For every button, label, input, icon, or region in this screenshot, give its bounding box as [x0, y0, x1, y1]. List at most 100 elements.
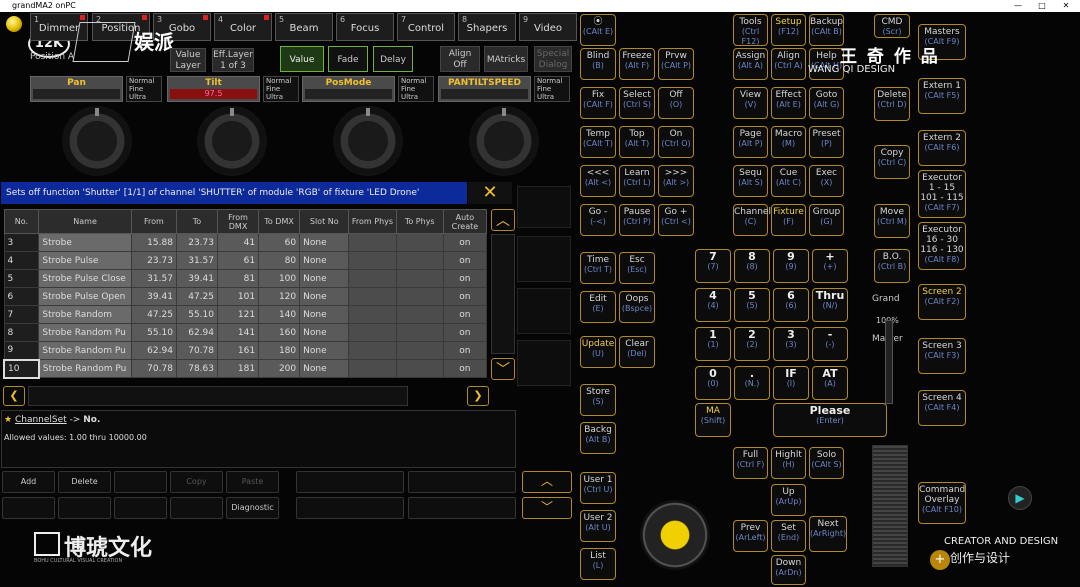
table-cell[interactable]: None: [299, 359, 350, 378]
table-cell[interactable]: on: [442, 269, 488, 288]
maximize-icon[interactable]: □: [1034, 0, 1050, 12]
table-cell[interactable]: None: [299, 323, 350, 342]
trackball[interactable]: [640, 500, 710, 570]
table-cell[interactable]: 4: [3, 251, 40, 270]
resolution-selector[interactable]: Normal Fine Ultra: [534, 76, 570, 102]
empty-button[interactable]: [170, 497, 223, 519]
attribute-pantiltspeed[interactable]: PANTILTSPEED: [438, 76, 531, 102]
column-header[interactable]: To Phys: [395, 209, 444, 234]
key-4[interactable]: 4 (4): [695, 288, 731, 322]
page-up-icon[interactable]: ︿: [522, 471, 572, 493]
table-cell[interactable]: 121: [216, 305, 260, 324]
table-cell[interactable]: [395, 341, 444, 360]
encoder-pan[interactable]: [62, 106, 132, 176]
key-on[interactable]: On (Ctrl O): [658, 126, 694, 158]
table-cell[interactable]: 140: [258, 305, 301, 324]
table-cell[interactable]: [348, 269, 397, 288]
table-cell[interactable]: 39.41: [175, 269, 219, 288]
feature-tab-control[interactable]: 7 Control: [397, 13, 455, 41]
key-down[interactable]: Down (ArDn): [771, 555, 806, 585]
table-cell[interactable]: 9: [3, 341, 40, 360]
empty-button[interactable]: [114, 471, 167, 493]
key-exec[interactable]: Exec (X): [809, 165, 844, 197]
table-cell[interactable]: 80: [258, 251, 301, 270]
key-sym[interactable]: ⦿ (CAlt E): [580, 14, 616, 46]
column-header[interactable]: From Phys: [348, 209, 397, 234]
table-cell[interactable]: [348, 251, 397, 270]
feature-tab-focus[interactable]: 6 Focus: [336, 13, 394, 41]
table-cell[interactable]: [348, 323, 397, 342]
key-off[interactable]: Off (O): [658, 87, 694, 119]
table-cell[interactable]: on: [442, 359, 488, 378]
table-cell[interactable]: 62.94: [175, 323, 219, 342]
key-freeze[interactable]: Freeze (Alt F): [619, 48, 655, 80]
key-go[interactable]: Go + (Ctrl <): [658, 204, 694, 236]
key-prev[interactable]: Prev (ArLeft): [733, 520, 768, 552]
align-off-button[interactable]: Align Off: [440, 46, 480, 72]
key-sym[interactable]: - (-): [812, 327, 848, 361]
key-thru[interactable]: Thru (N/): [812, 288, 848, 322]
key-group[interactable]: Group (G): [809, 204, 844, 236]
key-executor-16-30-116-130[interactable]: Executor 16 - 30 116 - 130 (CAlt F8): [918, 222, 966, 270]
resolution-selector[interactable]: Normal Fine Ultra: [263, 76, 299, 102]
value-layer-button[interactable]: Value Layer: [170, 48, 206, 72]
key-6[interactable]: 6 (6): [773, 288, 809, 322]
key-at[interactable]: AT (A): [812, 366, 848, 400]
table-cell[interactable]: [395, 323, 444, 342]
close-window-icon[interactable]: ✕: [1058, 0, 1074, 12]
empty-button[interactable]: [296, 471, 404, 493]
table-cell[interactable]: [395, 359, 444, 378]
key-select[interactable]: Select (Ctrl S): [619, 87, 655, 119]
table-cell[interactable]: 62.94: [130, 341, 177, 360]
key-effect[interactable]: Effect (Alt E): [771, 87, 806, 119]
empty-button[interactable]: [408, 497, 516, 519]
key-update[interactable]: Update (U): [580, 336, 616, 368]
add-circle-icon[interactable]: +: [930, 550, 950, 570]
fade-button[interactable]: Fade: [328, 46, 368, 72]
table-row[interactable]: 7 Strobe Random 47.25 55.10 121 140 None on: [3, 305, 488, 324]
empty-button[interactable]: [58, 497, 111, 519]
key-extern-1[interactable]: Extern 1 (CAlt F5): [918, 78, 966, 114]
table-cell[interactable]: Strobe Pulse Open: [38, 287, 132, 306]
attribute-posmode[interactable]: PosMode: [302, 76, 395, 102]
key-5[interactable]: 5 (5): [734, 288, 770, 322]
table-cell[interactable]: 41: [216, 233, 260, 252]
table-cell[interactable]: [348, 305, 397, 324]
key-please[interactable]: Please (Enter): [773, 403, 887, 437]
table-cell[interactable]: Strobe: [38, 233, 132, 252]
attribute-tilt[interactable]: Tilt 97.5: [167, 76, 260, 102]
key-0[interactable]: 0 (0): [695, 366, 731, 400]
table-cell[interactable]: [395, 305, 444, 324]
scroll-left-icon[interactable]: ❮: [3, 386, 25, 406]
table-cell[interactable]: 47.25: [130, 305, 177, 324]
column-header[interactable]: No.: [3, 209, 40, 234]
column-header[interactable]: Name: [38, 209, 132, 234]
key-blind[interactable]: Blind (B): [580, 48, 616, 80]
table-cell[interactable]: 78.63: [175, 359, 219, 378]
table-cell[interactable]: on: [442, 251, 488, 270]
key-prvw[interactable]: Prvw (CAlt P): [658, 48, 694, 80]
empty-button[interactable]: [114, 497, 167, 519]
table-cell[interactable]: on: [442, 287, 488, 306]
key-ma[interactable]: MA (Shift): [695, 403, 731, 437]
table-cell[interactable]: [348, 359, 397, 378]
table-cell[interactable]: 200: [258, 359, 301, 378]
table-cell[interactable]: 70.78: [130, 359, 177, 378]
grand-master-slider[interactable]: [885, 320, 893, 404]
encoder-pantiltspeed[interactable]: [469, 106, 539, 176]
table-cell[interactable]: Strobe Pulse: [38, 251, 132, 270]
table-cell[interactable]: 15.88: [130, 233, 177, 252]
feature-tab-shapers[interactable]: 8 Shapers: [458, 13, 516, 41]
key-fix[interactable]: Fix (CAlt F): [580, 87, 616, 119]
special-dialog-button[interactable]: Special Dialog: [534, 46, 572, 72]
key-2[interactable]: 2 (2): [734, 327, 770, 361]
horizontal-scrollbar[interactable]: [28, 386, 408, 406]
table-cell[interactable]: 6: [3, 287, 40, 306]
table-cell[interactable]: on: [442, 233, 488, 252]
key-sym[interactable]: >>> (Alt >): [658, 165, 694, 197]
matricks-button[interactable]: MAtricks: [484, 46, 528, 72]
table-cell[interactable]: 120: [258, 287, 301, 306]
feature-tab-video[interactable]: 9 Video: [519, 13, 577, 41]
copy-button[interactable]: Copy: [170, 471, 223, 493]
table-scrollbar[interactable]: [491, 234, 515, 354]
